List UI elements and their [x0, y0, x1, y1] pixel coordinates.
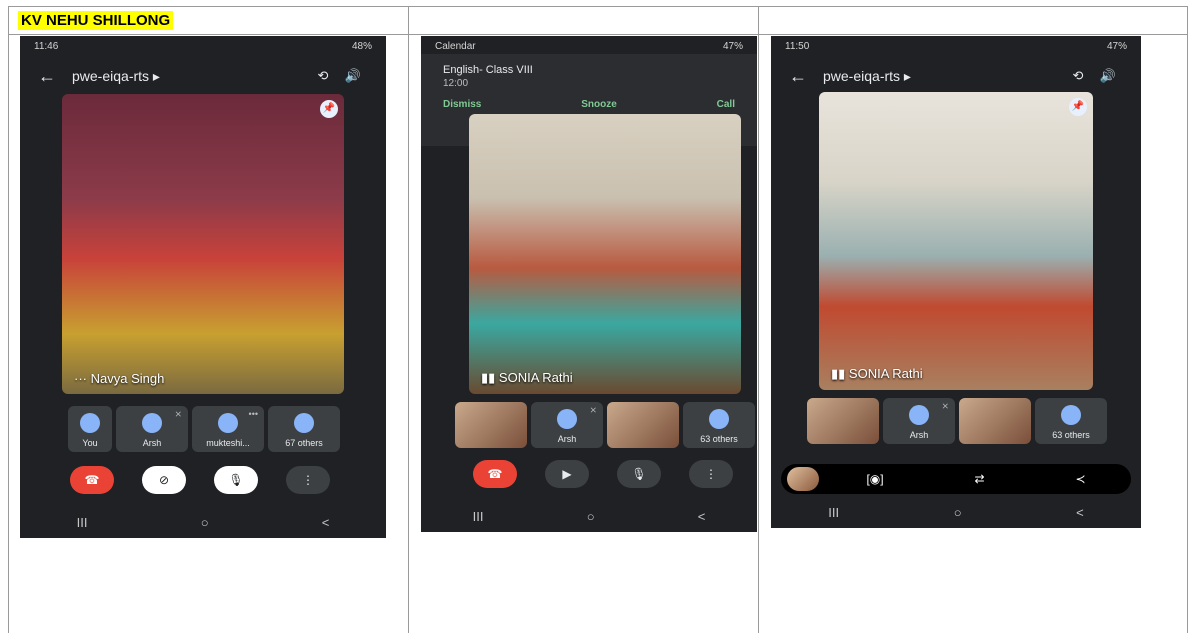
speaker-icon[interactable]: 🔊 [338, 68, 368, 84]
participant-strip: You ⨯ Arsh ••• mukteshi... 67 others [68, 406, 340, 452]
phone-screenshot-3: 11:50 47% ← pwe-eiqa-rts ▸ ⟲ 🔊 📌 ▮▮ SONI… [771, 36, 1141, 528]
participant-tile[interactable]: ⨯ Arsh [116, 406, 188, 452]
call-button[interactable]: Call [717, 99, 735, 110]
camera-button[interactable]: ▶ [545, 460, 589, 488]
school-heading: KV NEHU SHILLONG [18, 11, 174, 30]
status-app: Calendar [435, 40, 476, 52]
table-border-right [1187, 6, 1188, 633]
battery-level: 47% [722, 40, 743, 52]
table-border-col2 [758, 6, 759, 633]
home-button[interactable]: ○ [201, 515, 209, 530]
speaker-name: ··· Navya Singh [74, 371, 165, 386]
main-video[interactable]: 📌 ··· Navya Singh [62, 94, 344, 394]
table-border-row [8, 34, 1188, 35]
document-sheet: KV NEHU SHILLONG 11:46 48% ← pwe-eiqa-rt… [0, 0, 1194, 633]
capture-icon[interactable]: [◉] [866, 472, 883, 486]
back-button[interactable]: < [1076, 505, 1084, 520]
status-bar: Calendar 47% [421, 36, 757, 56]
table-border-top [8, 6, 1188, 7]
participant-tile[interactable]: ⨯ Arsh [883, 398, 955, 444]
notification-time: 12:00 [443, 78, 469, 89]
home-button[interactable]: ○ [587, 509, 595, 524]
back-button[interactable]: < [698, 509, 706, 524]
battery-level: 47% [1106, 40, 1127, 52]
more-options-button[interactable]: ⋮ [286, 466, 330, 494]
participant-tile[interactable]: ••• mukteshi... [192, 406, 264, 452]
snooze-button[interactable]: Snooze [581, 99, 617, 110]
participant-tile[interactable]: ⨯ Arsh [531, 402, 603, 448]
status-bar: 11:46 48% [20, 36, 386, 56]
notification-title: English- Class VIII [443, 64, 533, 76]
end-call-button[interactable]: ☎ [70, 466, 114, 494]
recents-button[interactable]: III [473, 509, 484, 524]
status-bar: 11:50 47% [771, 36, 1141, 56]
status-time: 11:50 [785, 40, 810, 52]
participant-tile[interactable]: 63 others [683, 402, 755, 448]
home-button[interactable]: ○ [954, 505, 962, 520]
switch-camera-icon[interactable]: ⟲ [1063, 68, 1093, 84]
back-arrow-icon[interactable]: ← [38, 66, 72, 87]
meet-top-bar: ← pwe-eiqa-rts ▸ ⟲ 🔊 [20, 60, 386, 92]
meet-top-bar: ← pwe-eiqa-rts ▸ ⟲ 🔊 [771, 60, 1141, 92]
pin-icon[interactable]: 📌 [320, 100, 338, 118]
table-border-col1 [408, 6, 409, 633]
table-border-left [8, 6, 9, 633]
participant-strip: ⨯ Arsh 63 others [455, 402, 755, 448]
switch-camera-icon[interactable]: ⟲ [308, 68, 338, 84]
more-options-button[interactable]: ⋮ [689, 460, 733, 488]
mic-off-icon: ⨯ [174, 409, 182, 419]
back-button[interactable]: < [322, 515, 330, 530]
recents-button[interactable]: III [828, 505, 839, 520]
phone-screenshot-2: Calendar 47% English- Class VIII 12:00 D… [421, 36, 757, 532]
main-video[interactable]: 📌 ▮▮ SONIA Rathi [819, 92, 1093, 390]
main-video[interactable]: ▮▮ SONIA Rathi [469, 114, 741, 394]
participant-tile[interactable] [807, 398, 879, 444]
participant-tile[interactable]: You [68, 406, 112, 452]
android-nav-bar: III ○ < [20, 510, 386, 534]
speaker-icon[interactable]: 🔊 [1093, 68, 1123, 84]
mic-off-icon: ⨯ [589, 405, 597, 415]
android-nav-bar: III ○ < [771, 500, 1141, 524]
speaker-name: ▮▮ SONIA Rathi [831, 366, 923, 381]
rotate-icon[interactable]: ⇄ [975, 472, 985, 486]
status-time: 11:46 [34, 40, 59, 52]
screen-share-toolbar: [◉] ⇄ ≺ [781, 464, 1131, 494]
mic-off-button[interactable]: 🎙 [214, 466, 258, 494]
participant-tile[interactable] [607, 402, 679, 448]
back-arrow-icon[interactable]: ← [789, 66, 823, 87]
meeting-code[interactable]: pwe-eiqa-rts ▸ [823, 68, 1063, 85]
camera-off-button[interactable]: ⊘ [142, 466, 186, 494]
pin-icon[interactable]: 📌 [1069, 98, 1087, 116]
participant-tile[interactable]: 67 others [268, 406, 340, 452]
more-icon: ••• [248, 409, 258, 419]
participant-tile[interactable] [455, 402, 527, 448]
end-call-button[interactable]: ☎ [473, 460, 517, 488]
battery-level: 48% [351, 40, 372, 52]
share-icon[interactable]: ≺ [1075, 472, 1085, 486]
call-controls: ☎ ⊘ 🎙 ⋮ [70, 466, 330, 494]
speaker-name: ▮▮ SONIA Rathi [481, 370, 573, 385]
participant-strip: ⨯ Arsh 63 others [807, 398, 1107, 444]
mic-off-icon: ⨯ [941, 401, 949, 411]
call-controls: ☎ ▶ 🎙 ⋮ [473, 460, 733, 488]
phone-screenshot-1: 11:46 48% ← pwe-eiqa-rts ▸ ⟲ 🔊 📌 ··· Nav… [20, 36, 386, 538]
participant-tile[interactable] [959, 398, 1031, 444]
recents-button[interactable]: III [77, 515, 88, 530]
dismiss-button[interactable]: Dismiss [443, 99, 481, 110]
meeting-code[interactable]: pwe-eiqa-rts ▸ [72, 68, 308, 85]
participant-tile[interactable]: 63 others [1035, 398, 1107, 444]
self-view-thumbnail[interactable] [787, 467, 819, 491]
mic-button[interactable]: 🎙 [617, 460, 661, 488]
android-nav-bar: III ○ < [421, 504, 757, 528]
